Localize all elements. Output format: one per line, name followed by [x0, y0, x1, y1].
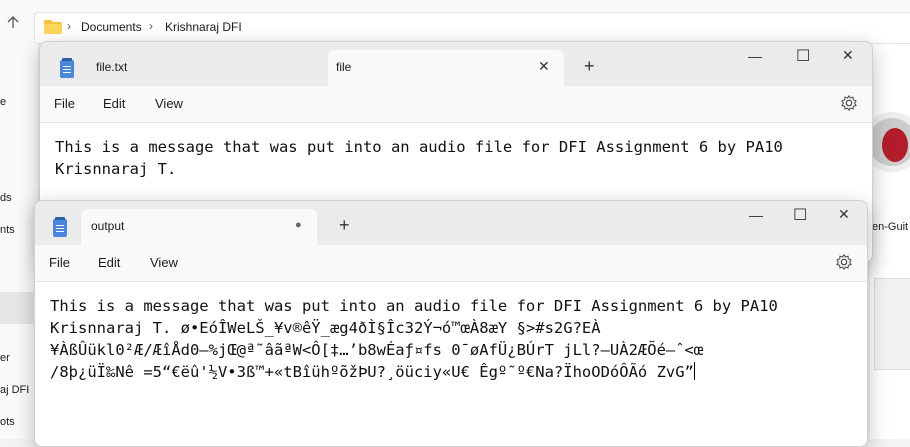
- folder-icon: [44, 20, 62, 34]
- chevron-right-icon: ›: [67, 19, 71, 33]
- maximize-icon[interactable]: ☐: [793, 205, 807, 225]
- document-text[interactable]: This is a message that was put into an a…: [50, 297, 778, 381]
- sidebar-item-label[interactable]: ds: [0, 192, 12, 204]
- text-caret: [693, 362, 695, 380]
- sidebar-item-label[interactable]: nts: [0, 224, 15, 236]
- menu-view[interactable]: View: [155, 96, 183, 111]
- menu-edit[interactable]: Edit: [103, 96, 125, 111]
- title-bar: output ● + — ☐ ✕: [35, 201, 867, 245]
- explorer-file-area: [870, 44, 910, 439]
- gear-icon[interactable]: [835, 253, 853, 271]
- tab-label: file: [336, 60, 352, 74]
- menu-file[interactable]: File: [49, 255, 70, 270]
- notepad-window-output: output ● + — ☐ ✕ File Edit View This is …: [34, 200, 868, 447]
- sidebar-item-label[interactable]: e: [0, 96, 6, 108]
- new-tab-icon[interactable]: +: [339, 215, 350, 236]
- tab-file-txt[interactable]: file.txt: [48, 50, 326, 86]
- menu-bar: File Edit View: [35, 245, 867, 281]
- file-thumbnail[interactable]: [874, 278, 910, 370]
- gear-icon[interactable]: [840, 94, 858, 112]
- file-thumbnail-label[interactable]: en-Guit: [872, 221, 908, 233]
- minimize-icon[interactable]: —: [749, 207, 763, 223]
- notepad-icon: [53, 217, 67, 237]
- sidebar-item-label[interactable]: er: [0, 352, 10, 364]
- new-tab-icon[interactable]: +: [584, 56, 595, 77]
- tab-label: file.txt: [96, 60, 128, 74]
- menu-view[interactable]: View: [150, 255, 178, 270]
- document-text[interactable]: This is a message that was put into an a…: [55, 136, 855, 180]
- notepad-icon: [60, 58, 74, 78]
- tab-label: output: [91, 219, 125, 233]
- explorer-address-bar-area: › Documents › Krishnaraj DFI: [0, 0, 910, 45]
- breadcrumb-documents[interactable]: Documents: [81, 20, 142, 34]
- breadcrumb-krishnaraj-dfi[interactable]: Krishnaraj DFI: [165, 20, 242, 34]
- sidebar-item-label[interactable]: ots: [0, 416, 15, 428]
- close-tab-icon[interactable]: ✕: [538, 58, 550, 75]
- minimize-icon[interactable]: —: [748, 48, 762, 64]
- menu-file[interactable]: File: [54, 96, 75, 111]
- chevron-right-icon: ›: [149, 19, 153, 33]
- address-bar[interactable]: › Documents › Krishnaraj DFI: [34, 12, 910, 44]
- menu-edit[interactable]: Edit: [98, 255, 120, 270]
- tab-output[interactable]: output ●: [81, 209, 317, 245]
- tab-file[interactable]: file ✕: [328, 50, 564, 86]
- document-text-container[interactable]: This is a message that was put into an a…: [50, 295, 855, 383]
- up-arrow-icon[interactable]: [5, 14, 21, 30]
- text-editor[interactable]: This is a message that was put into an a…: [35, 281, 867, 446]
- close-window-icon[interactable]: ✕: [842, 47, 854, 64]
- unsaved-dot-icon[interactable]: ●: [295, 219, 302, 231]
- close-window-icon[interactable]: ✕: [838, 206, 850, 223]
- maximize-icon[interactable]: ☐: [796, 46, 810, 66]
- sidebar-item-label[interactable]: aj DFI: [0, 384, 29, 396]
- title-bar: file.txt file ✕ + — ☐ ✕: [40, 42, 872, 86]
- menu-bar: File Edit View: [40, 86, 872, 122]
- sidebar-selected-item[interactable]: [0, 292, 38, 324]
